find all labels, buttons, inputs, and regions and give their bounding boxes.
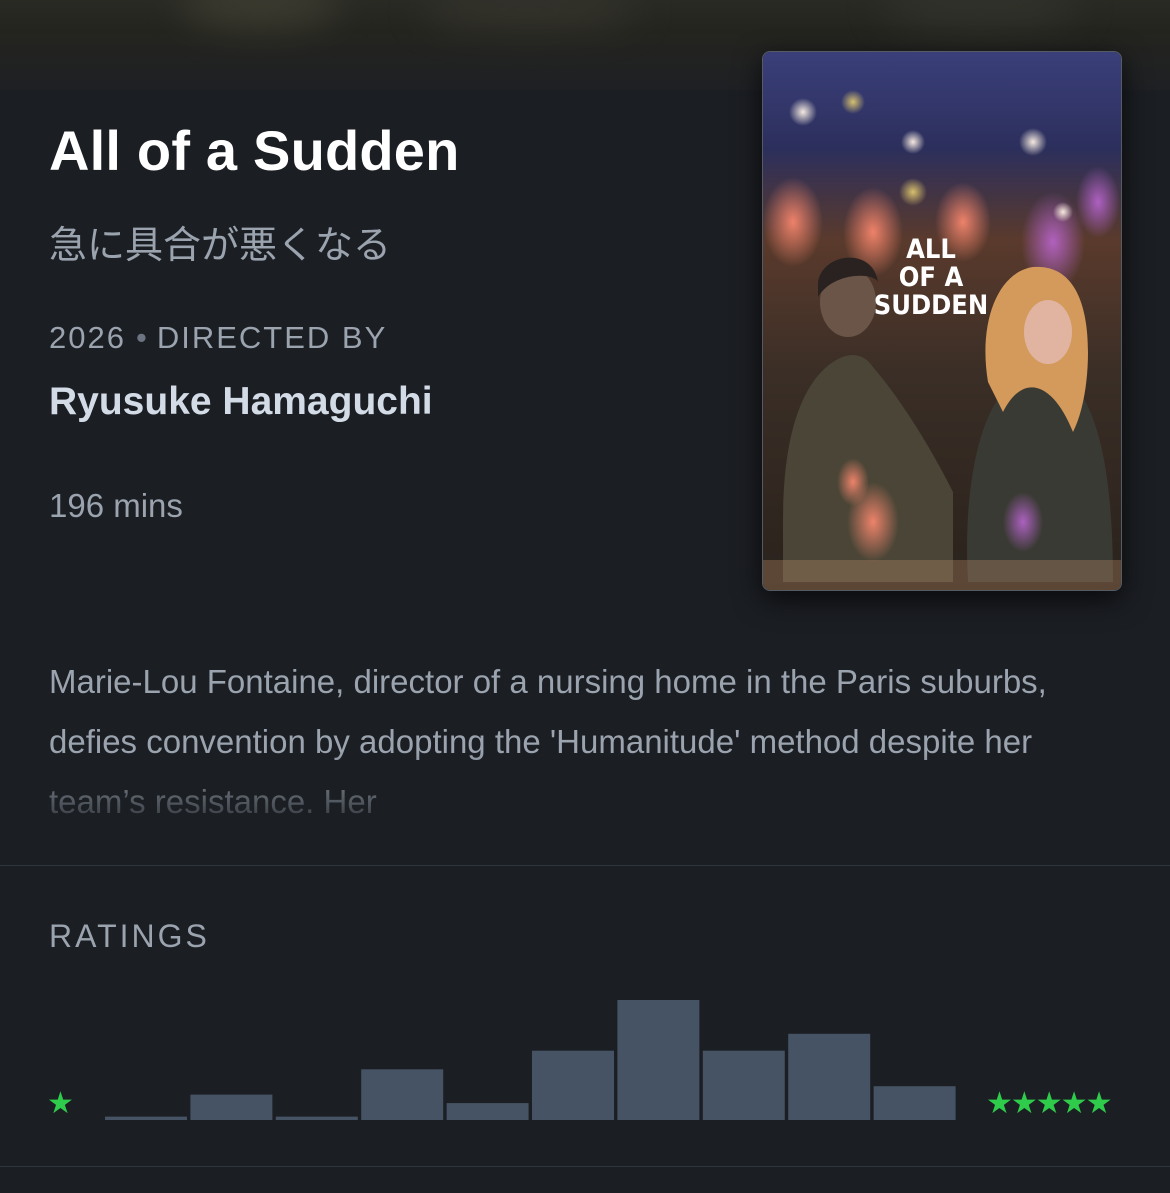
poster-title-line: SUDDEN <box>874 290 989 321</box>
poster-title-line: ALL <box>906 234 956 265</box>
meta-separator: • <box>135 320 147 355</box>
max-rating-stars-icon: ★★★★★ <box>986 1086 1112 1121</box>
rating-bar-3[interactable] <box>532 1050 614 1120</box>
directed-by-label: DIRECTED BY <box>156 320 388 355</box>
film-original-title: 急に具合が悪くなる <box>49 223 392 267</box>
film-detail-page: All of a Sudden 急に具合が悪くなる 2026 • DIRECTED … <box>0 0 1170 1193</box>
rating-bar-1.5[interactable] <box>275 1116 358 1120</box>
film-poster[interactable]: ALL OF A SUDDEN <box>762 51 1122 591</box>
rating-bar-0.5[interactable] <box>105 1116 187 1120</box>
film-meta-line: 2026 • DIRECTED BY <box>49 320 387 356</box>
poster-image: ALL OF A SUDDEN <box>763 52 1121 590</box>
film-director[interactable]: Ryusuke Hamaguchi <box>49 380 433 424</box>
rating-bar-4.5[interactable] <box>788 1033 871 1120</box>
rating-bar-2[interactable] <box>361 1069 444 1120</box>
section-divider <box>0 865 1170 866</box>
film-synopsis[interactable]: Marie-Lou Fontaine, director of a nursin… <box>49 652 1109 818</box>
rating-bar-1[interactable] <box>190 1094 273 1120</box>
film-year[interactable]: 2026 <box>49 320 126 355</box>
rating-bar-4[interactable] <box>702 1050 785 1120</box>
film-title: All of a Sudden <box>49 119 460 182</box>
rating-bar-3.5[interactable] <box>617 1000 700 1120</box>
rating-bar-5[interactable] <box>873 1086 956 1120</box>
rating-bar-2.5[interactable] <box>446 1103 529 1120</box>
film-runtime: 196 mins <box>49 487 183 524</box>
ratings-heading: RATINGS <box>49 918 210 954</box>
poster-title-line: OF A <box>899 262 964 293</box>
section-divider-bottom <box>0 1166 1170 1167</box>
